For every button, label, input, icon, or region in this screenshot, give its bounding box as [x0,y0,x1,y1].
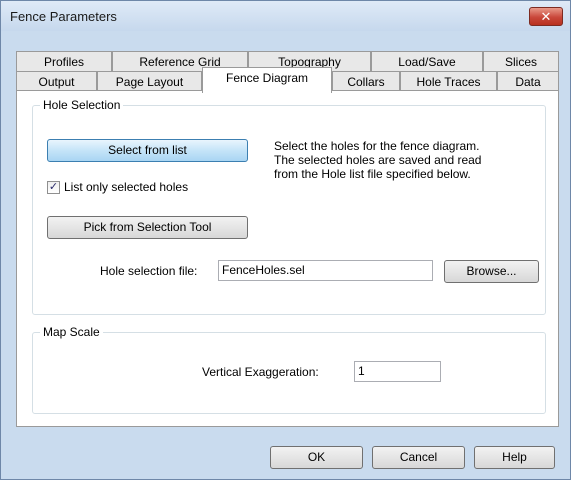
browse-button[interactable]: Browse... [444,260,539,283]
help-button[interactable]: Help [474,446,555,469]
tab-slices[interactable]: Slices [483,51,559,73]
list-only-selected-checkbox[interactable]: ✓ [47,181,60,194]
info-text-line-1: Select the holes for the fence diagram. [274,139,480,153]
ok-button[interactable]: OK [270,446,363,469]
info-text-line-2: The selected holes are saved and read [274,153,482,167]
close-icon: ✕ [540,9,552,24]
map-scale-group-label: Map Scale [40,325,103,339]
vertical-exaggeration-input[interactable]: 1 [354,361,441,382]
hole-selection-group-label: Hole Selection [40,98,124,112]
hole-selection-file-label: Hole selection file: [100,264,198,278]
tab-load-save[interactable]: Load/Save [371,51,483,73]
pick-from-selection-tool-button[interactable]: Pick from Selection Tool [47,216,248,239]
map-scale-group: Map Scale Vertical Exaggeration: 1 [32,325,546,414]
tab-profiles[interactable]: Profiles [16,51,112,73]
hole-selection-file-input[interactable]: FenceHoles.sel [218,260,433,281]
fence-parameters-dialog: Fence Parameters ✕ Profiles Reference Gr… [0,0,571,480]
vertical-exaggeration-label: Vertical Exaggeration: [202,365,319,379]
checkmark-icon: ✓ [48,181,59,193]
window-title: Fence Parameters [10,9,117,24]
title-bar[interactable]: Fence Parameters ✕ [1,1,570,31]
info-text-line-3: from the Hole list file specified below. [274,167,471,181]
fence-diagram-panel: Hole Selection Select from list ✓ List o… [16,90,559,427]
hole-selection-group: Hole Selection Select from list ✓ List o… [32,98,546,315]
select-from-list-button[interactable]: Select from list [47,139,248,162]
list-only-selected-label[interactable]: List only selected holes [64,180,188,194]
tab-fence-diagram[interactable]: Fence Diagram [202,67,332,93]
close-button[interactable]: ✕ [529,7,563,26]
cancel-button[interactable]: Cancel [372,446,465,469]
